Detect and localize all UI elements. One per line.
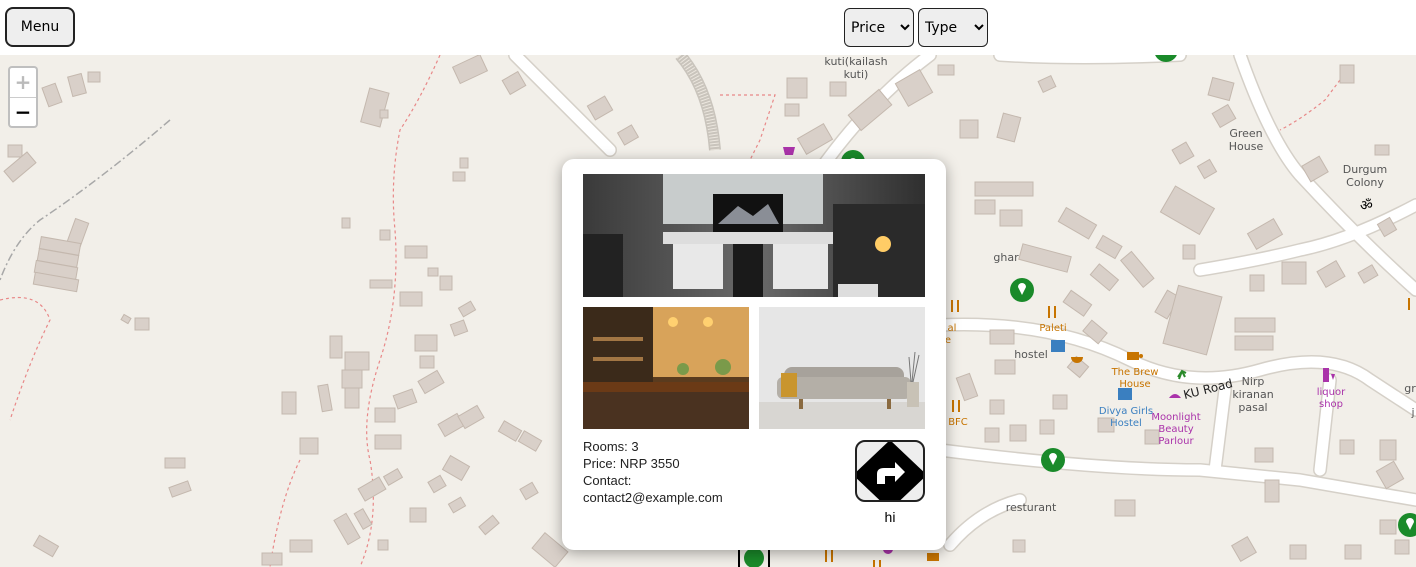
kitchen-photo[interactable] [583, 307, 749, 429]
directions-button[interactable] [853, 440, 927, 510]
directions-label: hi [884, 509, 896, 525]
svg-text:The Brew: The Brew [1111, 367, 1159, 378]
svg-text:Green: Green [1229, 127, 1262, 140]
rooms-text: Rooms: 3 [583, 439, 639, 454]
svg-text:resturant: resturant [1006, 501, 1057, 514]
svg-text:Durgum: Durgum [1343, 163, 1387, 176]
listing-popup: Rooms: 3 Price: NRP 3550 Contact: contac… [562, 159, 946, 550]
svg-text:liquor: liquor [1317, 387, 1346, 398]
directions-icon [853, 440, 927, 510]
svg-text:Colony: Colony [1346, 176, 1384, 189]
svg-text:hostel: hostel [1014, 348, 1048, 361]
desk-room-photo[interactable] [583, 174, 925, 297]
svg-text:BFC: BFC [948, 417, 968, 428]
svg-text:Beauty: Beauty [1158, 424, 1193, 435]
svg-text:Hostel: Hostel [1110, 418, 1142, 429]
svg-text:ghar: ghar [993, 251, 1019, 264]
price-text: Price: NRP 3550 [583, 456, 680, 471]
svg-text:kuti): kuti) [844, 68, 869, 81]
svg-text:Nirp: Nirp [1242, 375, 1265, 388]
type-filter-select[interactable]: Type [918, 8, 988, 47]
svg-text:House: House [1119, 379, 1150, 390]
sofa-photo[interactable] [759, 307, 925, 429]
svg-text:ॐ: ॐ [1360, 198, 1373, 214]
zoom-out-button[interactable]: − [10, 98, 36, 127]
svg-text:Divya Girls: Divya Girls [1099, 406, 1153, 417]
listing-info: Rooms: 3 Price: NRP 3550 Contact: contac… [583, 438, 723, 506]
svg-text:House: House [1229, 140, 1264, 153]
svg-text:j: j [1410, 406, 1414, 419]
price-filter-select[interactable]: Price [844, 8, 914, 47]
zoom-control: + − [8, 66, 38, 128]
top-toolbar: Menu Price Type [0, 0, 1416, 55]
zoom-in-button[interactable]: + [10, 68, 36, 98]
svg-text:kiranan: kiranan [1232, 388, 1273, 401]
contact-email: contact2@example.com [583, 490, 723, 505]
menu-button[interactable]: Menu [5, 7, 75, 47]
label-kuti: kuti(kailash [824, 55, 887, 68]
svg-text:gr: gr [1404, 382, 1416, 395]
contact-label: Contact: [583, 473, 632, 488]
svg-text:pasal: pasal [1238, 401, 1267, 414]
svg-text:Parlour: Parlour [1158, 436, 1194, 447]
svg-text:al: al [948, 323, 957, 334]
svg-text:Moonlight: Moonlight [1151, 412, 1200, 423]
svg-text:Paleti: Paleti [1039, 323, 1066, 334]
svg-text:shop: shop [1319, 399, 1343, 410]
